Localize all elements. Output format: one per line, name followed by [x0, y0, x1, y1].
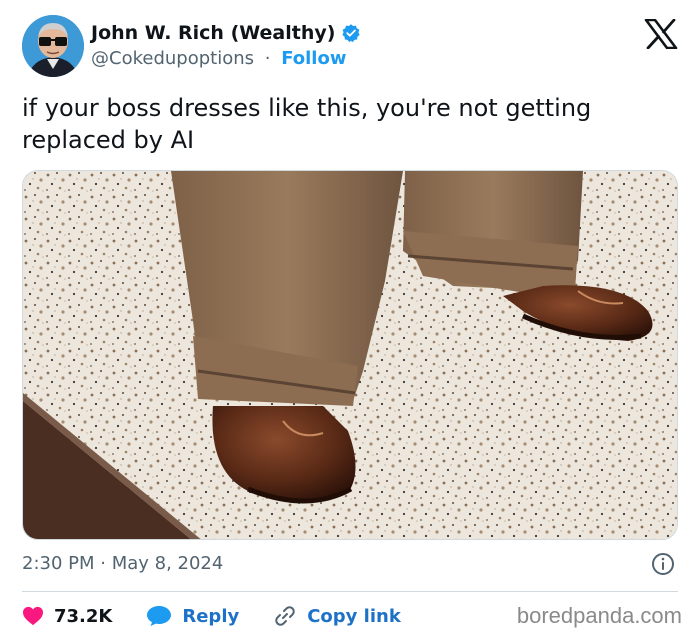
avatar-image	[22, 15, 84, 77]
author-name-row: John W. Rich (Wealthy)	[91, 22, 361, 44]
like-button[interactable]: 73.2K	[22, 606, 112, 627]
tweet-timestamp[interactable]: 2:30 PM · May 8, 2024	[22, 553, 223, 574]
link-icon	[275, 606, 295, 626]
reply-label: Reply	[182, 605, 240, 627]
follow-button[interactable]: Follow	[281, 48, 346, 69]
author-display-name[interactable]: John W. Rich (Wealthy)	[91, 22, 335, 44]
reply-button[interactable]: Reply	[146, 605, 239, 627]
copy-link-label: Copy link	[307, 605, 401, 627]
like-count: 73.2K	[54, 605, 113, 627]
author-handle-row: @Cokedupoptions · Follow	[91, 48, 346, 69]
divider	[22, 591, 678, 592]
handle-separator: ·	[264, 48, 271, 69]
action-bar: 73.2K Reply Copy link	[22, 603, 435, 629]
x-logo-icon[interactable]	[644, 18, 678, 50]
author-handle[interactable]: @Cokedupoptions	[91, 48, 254, 69]
heart-icon	[23, 606, 43, 626]
avatar[interactable]	[22, 15, 84, 77]
trousers-and-shoes-photo	[23, 171, 677, 539]
watermark: boredpanda.com	[516, 603, 682, 628]
tweet-text: if your boss dresses like this, you're n…	[22, 94, 592, 154]
info-icon[interactable]	[651, 552, 675, 576]
copy-link-button[interactable]: Copy link	[273, 604, 401, 628]
speech-bubble-icon	[147, 606, 172, 626]
tweet-media-image[interactable]	[22, 170, 678, 540]
verified-badge-icon	[341, 23, 361, 43]
